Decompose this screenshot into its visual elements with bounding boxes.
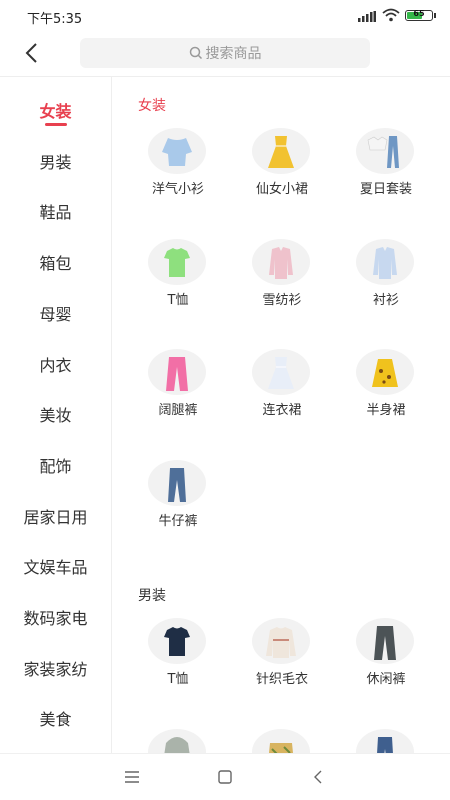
category-tile[interactable]: T恤	[126, 238, 230, 319]
header: 搜索商品	[0, 32, 450, 76]
tile-label: 连衣裙	[262, 403, 302, 419]
back-icon[interactable]	[310, 768, 328, 786]
search-placeholder: 搜索商品	[205, 46, 262, 62]
sidebar-item[interactable]: 母婴	[0, 300, 111, 330]
status-time: 下午5:35	[27, 12, 83, 27]
battery-icon: 65	[405, 9, 436, 21]
search-icon	[189, 46, 202, 60]
tile-label: 牛仔裤	[158, 514, 198, 530]
tile-label: 阔腿裤	[158, 403, 198, 419]
category-tile[interactable]: 洋气小衫	[126, 128, 230, 208]
pants-icon	[148, 349, 206, 396]
sidebar-item[interactable]: 配饰	[0, 452, 111, 482]
sidebar-item[interactable]: 美食	[0, 705, 111, 735]
sweater-icon	[252, 618, 310, 664]
category-tile[interactable]	[126, 728, 230, 753]
section-title: 女装	[138, 98, 166, 114]
dress-icon	[252, 349, 310, 396]
wifi-icon	[382, 8, 400, 22]
shorts-icon	[252, 728, 310, 753]
sidebar-item[interactable]: 男装	[0, 148, 111, 178]
outfit-set-icon	[356, 128, 414, 174]
jeans-icon	[148, 460, 206, 507]
tile-label: 半身裙	[366, 403, 406, 419]
back-arrow-icon[interactable]	[20, 41, 44, 65]
status-bar: 下午5:35 65	[0, 0, 450, 32]
tile-label: 雪纺衫	[262, 292, 302, 308]
tile-label: 休闲裤	[366, 672, 406, 687]
category-tile[interactable]: 仙女小裙	[230, 128, 334, 208]
sidebar-item[interactable]: 家装家纺	[0, 655, 111, 685]
tile-label: 夏日套装	[359, 182, 412, 197]
tile-label: 衬衫	[372, 292, 399, 308]
search-bar[interactable]: 搜索商品	[80, 38, 370, 68]
category-tile[interactable]: 衬衫	[334, 238, 438, 319]
sidebar-item[interactable]: 数码家电	[0, 604, 111, 634]
category-tile[interactable]: T恤	[126, 618, 230, 698]
pants-icon	[356, 618, 414, 664]
section-title: 男装	[138, 588, 166, 604]
tile-label: 仙女小裙	[255, 182, 308, 197]
sidebar-item[interactable]: 文娱车品	[0, 553, 111, 583]
shirt-icon	[356, 238, 414, 285]
category-tile[interactable]: 牛仔裤	[126, 460, 230, 540]
hoodie-icon	[148, 728, 206, 753]
sidebar-item[interactable]: 鞋品	[0, 198, 111, 228]
shirt-icon	[252, 238, 310, 285]
category-tile[interactable]	[334, 728, 438, 753]
tile-label: T恤	[167, 672, 189, 687]
sidebar-item[interactable]: 美妆	[0, 401, 111, 431]
signal-icon	[358, 11, 376, 22]
category-sidebar: 女装 男装 鞋品 箱包 母婴 内衣 美妆 配饰 居家日用 文娱车品 数码家电 家装家纺 美食	[0, 77, 112, 753]
skirt-icon	[356, 349, 414, 396]
system-nav-bar	[0, 753, 450, 800]
dress-icon	[252, 128, 310, 174]
sidebar-item[interactable]: 居家日用	[0, 503, 111, 533]
category-tile[interactable]: 半身裙	[334, 349, 438, 429]
battery-level: 65	[413, 9, 425, 18]
category-tile[interactable]: 阔腿裤	[126, 349, 230, 429]
tile-label: T恤	[167, 292, 189, 308]
category-tile[interactable]: 雪纺衫	[230, 238, 334, 319]
category-tile[interactable]	[230, 728, 334, 753]
home-icon[interactable]	[216, 768, 234, 786]
category-tile[interactable]: 夏日套装	[334, 128, 438, 208]
tile-label: 针织毛衣	[255, 672, 308, 687]
category-tile[interactable]: 连衣裙	[230, 349, 334, 429]
blouse-icon	[148, 128, 206, 174]
sidebar-item[interactable]: 内衣	[0, 351, 111, 381]
sidebar-item[interactable]: 箱包	[0, 249, 111, 279]
menu-icon[interactable]	[123, 768, 141, 786]
category-tile[interactable]: 针织毛衣	[230, 618, 334, 698]
category-tile[interactable]: 休闲裤	[334, 618, 438, 698]
tile-label: 洋气小衫	[151, 182, 204, 197]
jeans-icon	[356, 728, 414, 753]
active-indicator	[45, 123, 67, 126]
category-content: 女装 洋气小衫 仙女小裙 夏日套装 T恤 雪纺衫 衬衫 阔腿裤 连衣裙 半身裙 牛仔裤 男装 T恤 针织毛…	[112, 77, 450, 753]
tshirt-icon	[148, 618, 206, 664]
tshirt-icon	[148, 238, 206, 285]
